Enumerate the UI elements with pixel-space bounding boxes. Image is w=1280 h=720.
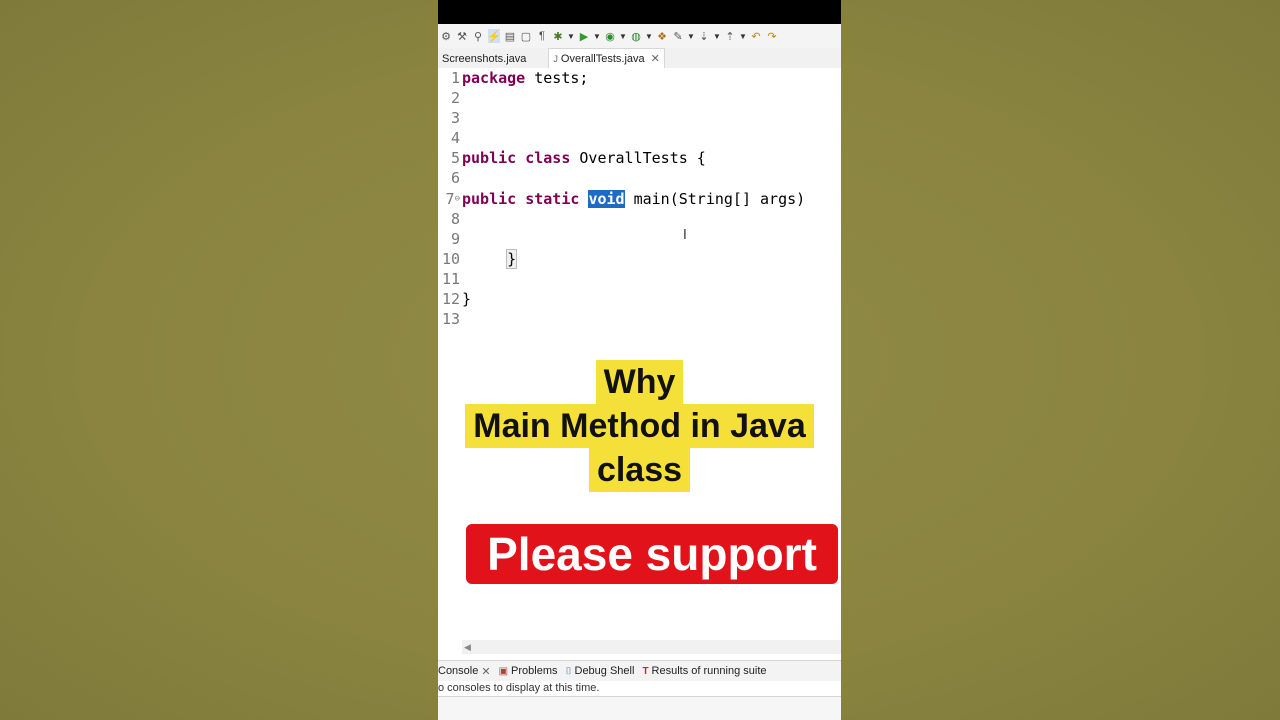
lightning-icon[interactable]: ⚡ (487, 29, 501, 43)
status-area (438, 697, 841, 720)
tab-results-of-running-suite[interactable]: T Results of running suite (642, 665, 766, 677)
tab-console[interactable]: Console ✕ (438, 665, 491, 678)
code-token: main(String[] args) (624, 189, 806, 208)
closing-brace: } (506, 248, 518, 269)
chevron-down-icon[interactable]: ▼ (687, 29, 695, 43)
line-number: 11 (441, 269, 460, 288)
chevron-down-icon[interactable]: ▼ (713, 29, 721, 43)
run-icon[interactable]: ▶ (578, 29, 590, 43)
tab-label: Results of running suite (651, 665, 767, 677)
debug-icon[interactable]: ✱ (552, 29, 564, 43)
caption-line-3: class (588, 448, 691, 492)
line-number: 10 (441, 249, 460, 268)
java-file-icon: J (553, 53, 558, 64)
tab-label: Screenshots.java (442, 52, 527, 65)
editor-tab-bar: Screenshots.java J OverallTests.java ✕ (438, 48, 841, 69)
annotation-up-icon[interactable]: ⇡ (724, 29, 736, 43)
coverage-icon[interactable]: ◉ (604, 29, 616, 43)
keyword: static (525, 189, 580, 208)
testng-icon: T (642, 665, 649, 677)
chevron-down-icon[interactable]: ▼ (645, 29, 653, 43)
line-number: 4 (450, 129, 460, 148)
format-icon[interactable]: ⚙ (440, 29, 452, 43)
code-token: OverallTests { (570, 149, 706, 168)
line-number: 9 (450, 229, 460, 248)
scroll-left-icon[interactable]: ◀ (464, 640, 471, 654)
external-tools-icon[interactable]: ◍ (630, 29, 642, 43)
line-number-text: 7 (445, 189, 455, 208)
code-line: } (462, 248, 805, 269)
line-number: 8 (450, 209, 460, 228)
support-banner: Please support (466, 524, 838, 584)
console-message: o consoles to display at this time. (438, 682, 841, 697)
problems-icon: ▣ (498, 665, 509, 677)
main-toolbar: ⚙ ⚒ ⚲ ⚡ ▤ ▢ ¶ ✱ ▼ ▶ ▼ ◉ ▼ ◍ ▼ ❖ ✎ ▼ ⇣ ▼ … (438, 24, 841, 48)
bottom-panel-tabs: Console ✕ ▣ Problems ⌷ Debug Shell T Res… (438, 660, 841, 681)
code-line: package tests; (462, 68, 805, 88)
tab-label: OverallTests.java (560, 52, 645, 65)
chevron-down-icon[interactable]: ▼ (567, 29, 575, 43)
closing-brace: } (462, 290, 472, 309)
keyword: package (462, 69, 526, 87)
code-line: public class OverallTests { (462, 148, 805, 168)
chevron-down-icon[interactable]: ▼ (593, 29, 601, 43)
line-number: 5 (450, 149, 460, 168)
back-icon[interactable]: ↶ (750, 29, 762, 43)
tab-label: Console (438, 665, 479, 677)
keyword: public (462, 149, 517, 168)
line-number: 12 (441, 290, 460, 309)
code-line: public static void main(String[] args) (462, 189, 805, 209)
tools-icon[interactable]: ⚒ (456, 29, 468, 43)
line-number: 6 (450, 169, 460, 188)
tab-overalltests-java[interactable]: J OverallTests.java ✕ (548, 48, 665, 68)
line-number: 13 (441, 310, 460, 329)
pilcrow-icon[interactable]: ¶ (536, 29, 548, 43)
book-icon[interactable]: ▤ (504, 29, 516, 43)
tab-screenshots-java[interactable]: Screenshots.java (438, 49, 530, 68)
forward-icon[interactable]: ↷ (766, 29, 778, 43)
keyword: public (462, 189, 517, 208)
line-number: 1 (450, 69, 460, 87)
selected-keyword: void (588, 189, 625, 208)
tab-problems[interactable]: ▣ Problems (499, 665, 558, 677)
chevron-down-icon[interactable]: ▼ (739, 29, 747, 43)
chevron-down-icon[interactable]: ▼ (619, 29, 627, 43)
line-number-gutter: 1 2 3 4 5 6 7⊖ 8 9 10 11 12 13 (438, 68, 460, 329)
close-icon[interactable]: ✕ (481, 665, 490, 678)
code-text: package tests; public class OverallTests… (462, 68, 805, 329)
video-caption: Why Main Method in Java class (438, 360, 841, 492)
close-icon[interactable]: ✕ (651, 52, 660, 65)
code-token: tests; (525, 69, 589, 87)
caption-line-2: Main Method in Java (465, 404, 814, 448)
caption-line-1: Why (595, 360, 684, 404)
fold-icon[interactable]: ⊖ (455, 194, 460, 204)
page-icon[interactable]: ▢ (520, 29, 532, 43)
pin-icon[interactable]: ⚲ (472, 29, 484, 43)
debug-shell-icon: ⌷ (565, 665, 572, 677)
line-number: 2 (450, 89, 460, 108)
tab-label: Problems (511, 665, 558, 677)
tab-debug-shell[interactable]: ⌷ Debug Shell (566, 665, 635, 677)
search-icon[interactable]: ✎ (672, 29, 684, 43)
line-number: 3 (450, 109, 460, 128)
text-cursor-icon: I (683, 228, 687, 243)
tab-label: Debug Shell (574, 665, 635, 677)
black-top-bar (438, 0, 841, 24)
line-number: 7⊖ (438, 189, 460, 209)
eclipse-window: ⚙ ⚒ ⚲ ⚡ ▤ ▢ ¶ ✱ ▼ ▶ ▼ ◉ ▼ ◍ ▼ ❖ ✎ ▼ ⇣ ▼ … (438, 0, 841, 720)
annotation-icon[interactable]: ⇣ (698, 29, 710, 43)
code-line: } (462, 289, 805, 309)
keyword: class (525, 149, 571, 168)
horizontal-scrollbar[interactable]: ◀ (462, 640, 841, 654)
open-type-icon[interactable]: ❖ (656, 29, 668, 43)
